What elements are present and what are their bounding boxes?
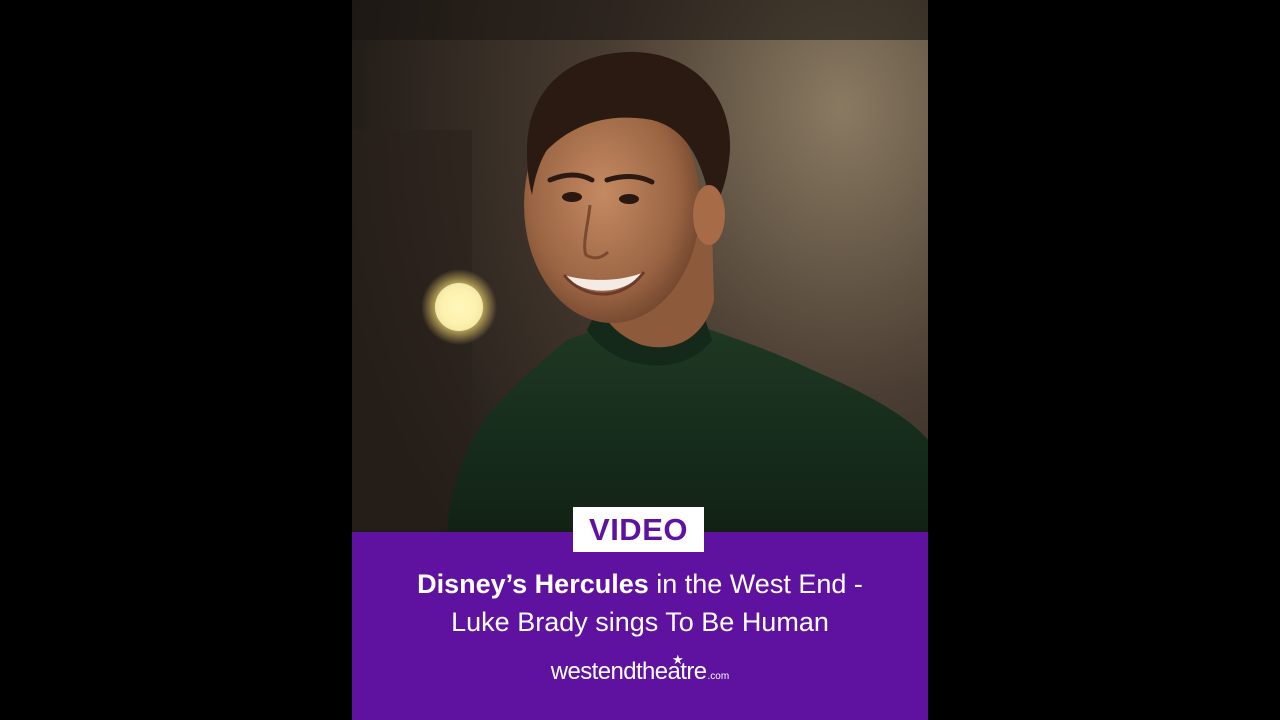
title-line-1-rest: in the West End -: [648, 569, 863, 599]
title-line-1: Disney’s Hercules in the West End -: [352, 565, 928, 603]
video-title: Disney’s Hercules in the West End - Luke…: [352, 565, 928, 641]
video-badge: VIDEO: [573, 507, 704, 552]
logo-tld: .com: [707, 671, 730, 682]
title-show-name: Disney’s Hercules: [417, 569, 649, 599]
westendtheatre-logo: westendtheatre.com ★: [352, 652, 928, 686]
video-badge-label: VIDEO: [589, 512, 688, 547]
star-icon: ★: [672, 652, 684, 667]
title-line-2: Luke Brady sings To Be Human: [451, 607, 829, 637]
video-player[interactable]: VIDEO Disney’s Hercules in the West End …: [0, 0, 1280, 720]
video-frame[interactable]: VIDEO Disney’s Hercules in the West End …: [352, 0, 928, 720]
